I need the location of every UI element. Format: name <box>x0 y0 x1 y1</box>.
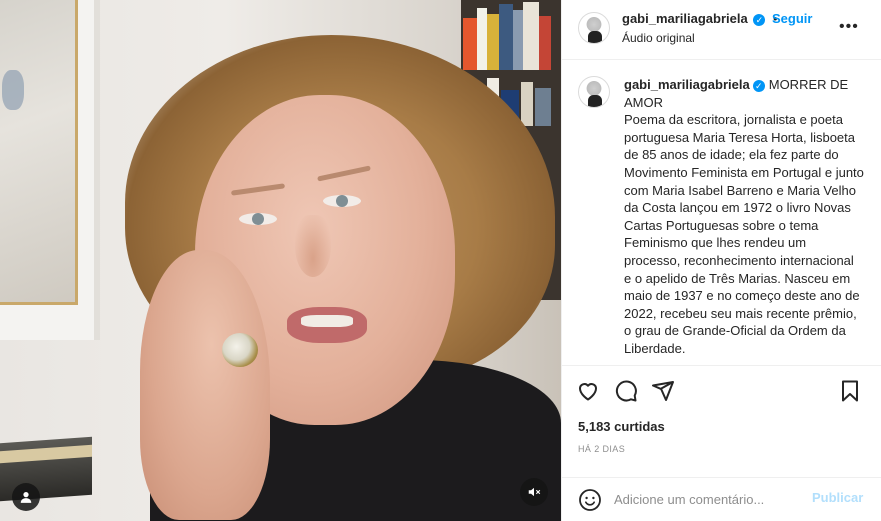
heart-icon <box>579 383 597 401</box>
instagram-post: gabi_mariliagabriela ✓ • Seguir Áudio or… <box>0 0 881 521</box>
author-avatar[interactable] <box>578 12 610 44</box>
follow-button[interactable]: Seguir <box>772 11 812 26</box>
caption-verified-badge-icon: ✓ <box>752 80 765 92</box>
actions-bar: 5,183 curtidas HÁ 2 DIAS <box>562 365 881 477</box>
smiley-icon <box>579 489 601 511</box>
wall-frame <box>0 0 100 340</box>
mute-toggle-button[interactable] <box>520 478 548 506</box>
comment-button[interactable] <box>614 379 640 405</box>
post-header: gabi_mariliagabriela ✓ • Seguir Áudio or… <box>562 0 881 60</box>
speaker-muted-icon <box>528 487 541 497</box>
subject-hand <box>140 250 270 520</box>
like-button[interactable] <box>576 379 602 405</box>
post-video[interactable] <box>0 0 561 521</box>
author-username-link[interactable]: gabi_mariliagabriela <box>622 11 748 26</box>
tagged-users-button[interactable] <box>12 483 40 511</box>
add-comment-bar: Publicar <box>562 477 881 521</box>
caption-body: MORRER DE AMOR Poema da escritora, jorna… <box>624 77 864 356</box>
subject-ring <box>222 333 258 367</box>
caption-text: gabi_mariliagabriela ✓ MORRER DE AMOR Poem… <box>624 76 864 358</box>
more-options-button[interactable]: ••• <box>839 18 859 38</box>
save-button[interactable] <box>838 379 864 405</box>
header-username-row: gabi_mariliagabriela ✓ • <box>622 11 782 26</box>
wall-painting <box>0 0 78 305</box>
share-button[interactable] <box>651 379 677 405</box>
audio-link[interactable]: Áudio original <box>622 31 695 45</box>
caption-author-avatar[interactable] <box>578 76 610 108</box>
post-sidebar: gabi_mariliagabriela ✓ • Seguir Áudio or… <box>561 0 881 521</box>
emoji-picker-button[interactable] <box>578 488 602 512</box>
post-timestamp[interactable]: HÁ 2 DIAS <box>578 444 625 454</box>
person-icon <box>20 492 32 503</box>
publish-comment-button[interactable]: Publicar <box>812 490 863 505</box>
bookmark-icon <box>842 380 858 402</box>
caption-section: gabi_mariliagabriela ✓ MORRER DE AMOR Poem… <box>562 61 881 365</box>
caption-username-link[interactable]: gabi_mariliagabriela <box>624 77 750 92</box>
verified-badge-icon: ✓ <box>753 14 766 26</box>
speech-bubble-icon <box>615 380 637 402</box>
comment-input[interactable] <box>614 486 814 512</box>
paper-plane-icon <box>652 381 674 401</box>
likes-count[interactable]: 5,183 curtidas <box>578 419 665 434</box>
